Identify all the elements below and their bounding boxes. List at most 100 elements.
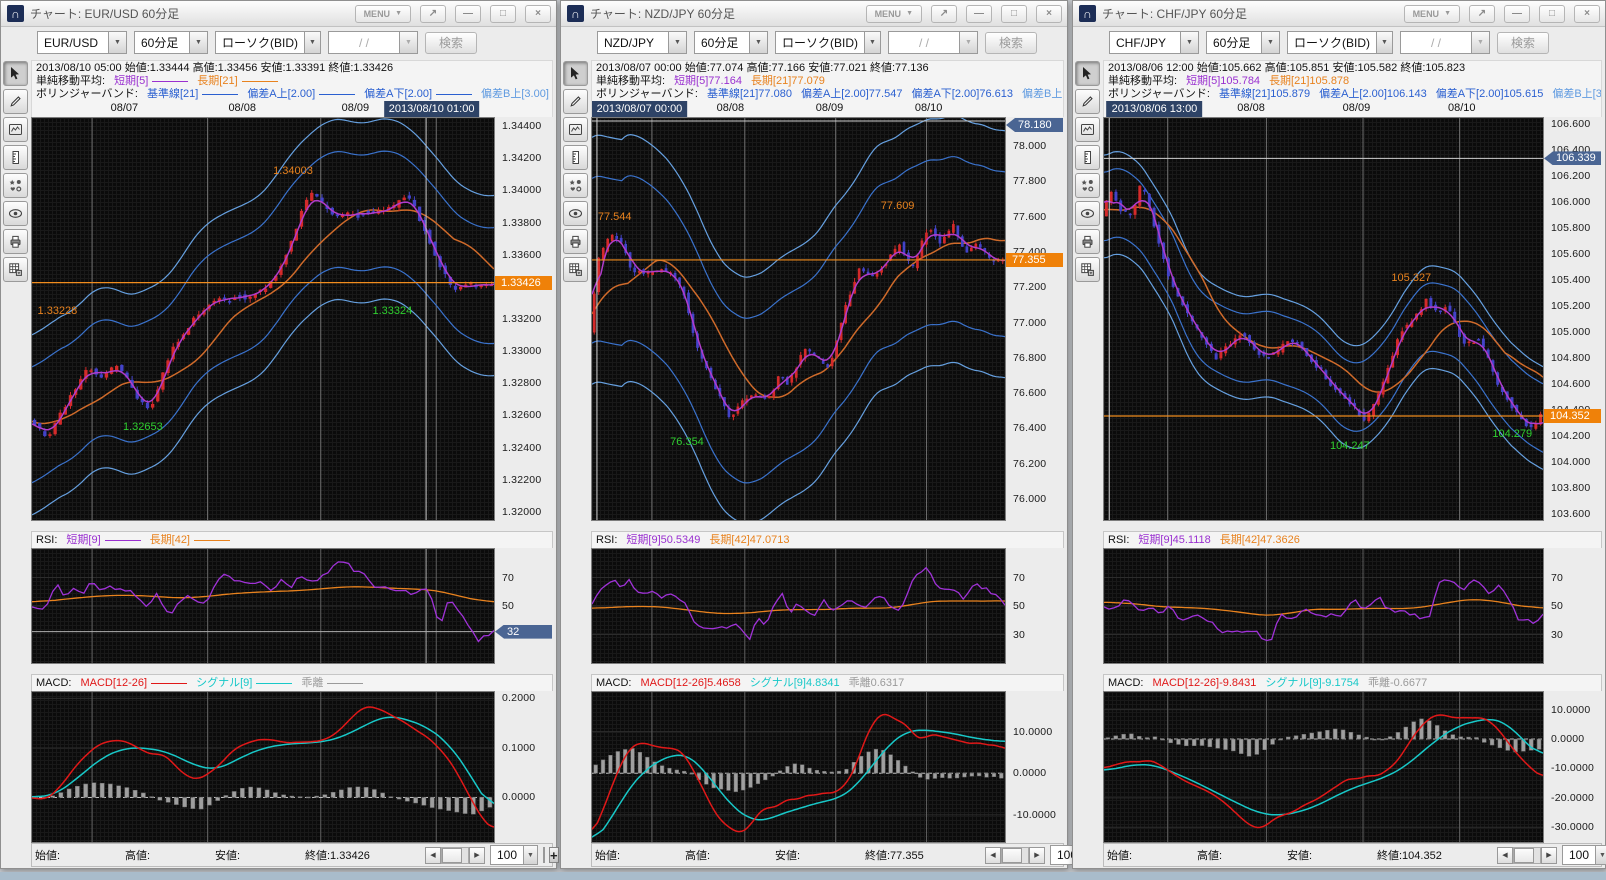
chart-scrollbar[interactable]: ◀ ▶ [425,847,485,864]
close-button[interactable]: × [1574,5,1600,23]
scrollbar-track[interactable] [441,847,469,864]
minimize-button[interactable]: — [1504,5,1530,23]
symbols-tool-button[interactable] [3,173,28,198]
close-button[interactable]: × [1036,5,1062,23]
pencil-tool-button[interactable] [3,89,28,114]
cursor-tool-button[interactable] [3,61,28,86]
chevron-down-icon[interactable]: ▼ [1471,32,1489,53]
pair-select[interactable]: EUR/USD ▼ [37,31,127,54]
macd-chart[interactable] [1103,691,1544,843]
grid-save-tool-button[interactable] [563,257,588,282]
date-input[interactable]: / / ▼ [1400,31,1490,54]
grid-save-tool-button[interactable] [3,257,28,282]
scroll-left-button[interactable]: ◀ [1497,847,1513,864]
maximize-button[interactable]: □ [1001,5,1027,23]
chevron-down-icon[interactable]: ▼ [668,32,686,53]
timeframe-select[interactable]: 60分足 ▼ [1206,31,1280,54]
indicator-tool-button[interactable] [563,117,588,142]
chevron-down-icon[interactable]: ▼ [108,32,126,53]
scale-tool-button[interactable] [563,145,588,170]
chevron-down-icon[interactable]: ▼ [399,32,417,53]
candletype-select[interactable]: ローソク(BID) ▼ [215,31,321,54]
pair-select[interactable]: CHF/JPY ▼ [1109,31,1199,54]
timeframe-select[interactable]: 60分足 ▼ [694,31,768,54]
macd-chart[interactable] [31,691,495,843]
candletype-select[interactable]: ローソク(BID) ▼ [1287,31,1393,54]
cursor-tool-button[interactable] [1075,61,1100,86]
date-input[interactable]: / / ▼ [328,31,418,54]
symbols-tool-button[interactable] [563,173,588,198]
main-chart-svg [1104,118,1543,520]
printer-tool-button[interactable] [563,229,588,254]
scrollbar-track[interactable] [1001,847,1029,864]
scroll-left-button[interactable]: ◀ [425,847,441,864]
main-chart[interactable]: 105.327104.247104.279 [1103,117,1544,521]
timeframe-select[interactable]: 60分足 ▼ [134,31,208,54]
popout-button[interactable]: ↗ [420,5,446,23]
chart-scrollbar[interactable]: ◀ ▶ [985,847,1045,864]
main-chart[interactable]: 1.340031.332281.333241.32653 [31,117,495,521]
close-button[interactable]: × [525,5,551,23]
indicator-tool-button[interactable] [3,117,28,142]
chevron-down-icon[interactable]: ▼ [1595,846,1606,864]
search-button[interactable]: 検索 [985,32,1037,54]
maximize-button[interactable]: □ [490,5,516,23]
main-chart[interactable]: 77.54477.60976.354 [591,117,1006,521]
titlebar[interactable]: ∩ チャート: EUR/USD 60分足 MENU ▼ ↗ — □ × [1,1,556,27]
rsi-chart[interactable] [591,548,1006,664]
menu-button[interactable]: MENU ▼ [1404,5,1460,23]
rsi-chart[interactable] [1103,548,1544,664]
printer-tool-button[interactable] [1075,229,1100,254]
chevron-down-icon[interactable]: ▼ [1376,32,1392,53]
candle-count-select[interactable]: 100 ▼ [490,845,538,865]
pencil-tool-button[interactable] [563,89,588,114]
popout-button[interactable]: ↗ [931,5,957,23]
scroll-right-button[interactable]: ▶ [1029,847,1045,864]
eye-tool-button[interactable] [1075,201,1100,226]
search-button[interactable]: 検索 [425,32,477,54]
scrollbar-track[interactable] [1513,847,1541,864]
indicator-tool-button[interactable] [1075,117,1100,142]
search-button[interactable]: 検索 [1497,32,1549,54]
zoom-in-button[interactable]: + [549,847,559,863]
popout-button[interactable]: ↗ [1469,5,1495,23]
rsi-chart[interactable] [31,548,495,664]
grid-save-tool-button[interactable] [1075,257,1100,282]
titlebar[interactable]: ∩ チャート: CHF/JPY 60分足 MENU ▼ ↗ — □ × [1073,1,1605,27]
titlebar[interactable]: ∩ チャート: NZD/JPY 60分足 MENU ▼ ↗ — □ × [561,1,1067,27]
eye-tool-button[interactable] [3,201,28,226]
chevron-down-icon[interactable]: ▼ [1180,32,1198,53]
symbols-tool-button[interactable] [1075,173,1100,198]
chevron-down-icon[interactable]: ▼ [189,32,207,53]
macd-chart[interactable] [591,691,1006,843]
price-tick-label: 1.33000 [502,345,541,357]
scroll-left-button[interactable]: ◀ [985,847,1001,864]
chevron-down-icon[interactable]: ▼ [864,32,880,53]
menu-button[interactable]: MENU ▼ [355,5,411,23]
candle-count-select[interactable]: 100 ▼ [1562,845,1606,865]
eye-tool-button[interactable] [563,201,588,226]
menu-button[interactable]: MENU ▼ [866,5,922,23]
printer-tool-button[interactable] [3,229,28,254]
scroll-right-button[interactable]: ▶ [469,847,485,864]
chevron-down-icon[interactable]: ▼ [1261,32,1279,53]
scrollbar-thumb[interactable] [1514,848,1534,863]
chevron-down-icon[interactable]: ▼ [523,846,537,864]
minimize-button[interactable]: — [966,5,992,23]
maximize-button[interactable]: □ [1539,5,1565,23]
scale-tool-button[interactable] [1075,145,1100,170]
scroll-right-button[interactable]: ▶ [1541,847,1557,864]
candletype-select[interactable]: ローソク(BID) ▼ [775,31,881,54]
chevron-down-icon[interactable]: ▼ [959,32,977,53]
scale-tool-button[interactable] [3,145,28,170]
date-input[interactable]: / / ▼ [888,31,978,54]
scrollbar-thumb[interactable] [442,848,462,863]
chart-scrollbar[interactable]: ◀ ▶ [1497,847,1557,864]
pair-select[interactable]: NZD/JPY ▼ [597,31,687,54]
chevron-down-icon[interactable]: ▼ [749,32,767,53]
chevron-down-icon[interactable]: ▼ [304,32,320,53]
minimize-button[interactable]: — [455,5,481,23]
scrollbar-thumb[interactable] [1002,848,1022,863]
cursor-tool-button[interactable] [563,61,588,86]
pencil-tool-button[interactable] [1075,89,1100,114]
